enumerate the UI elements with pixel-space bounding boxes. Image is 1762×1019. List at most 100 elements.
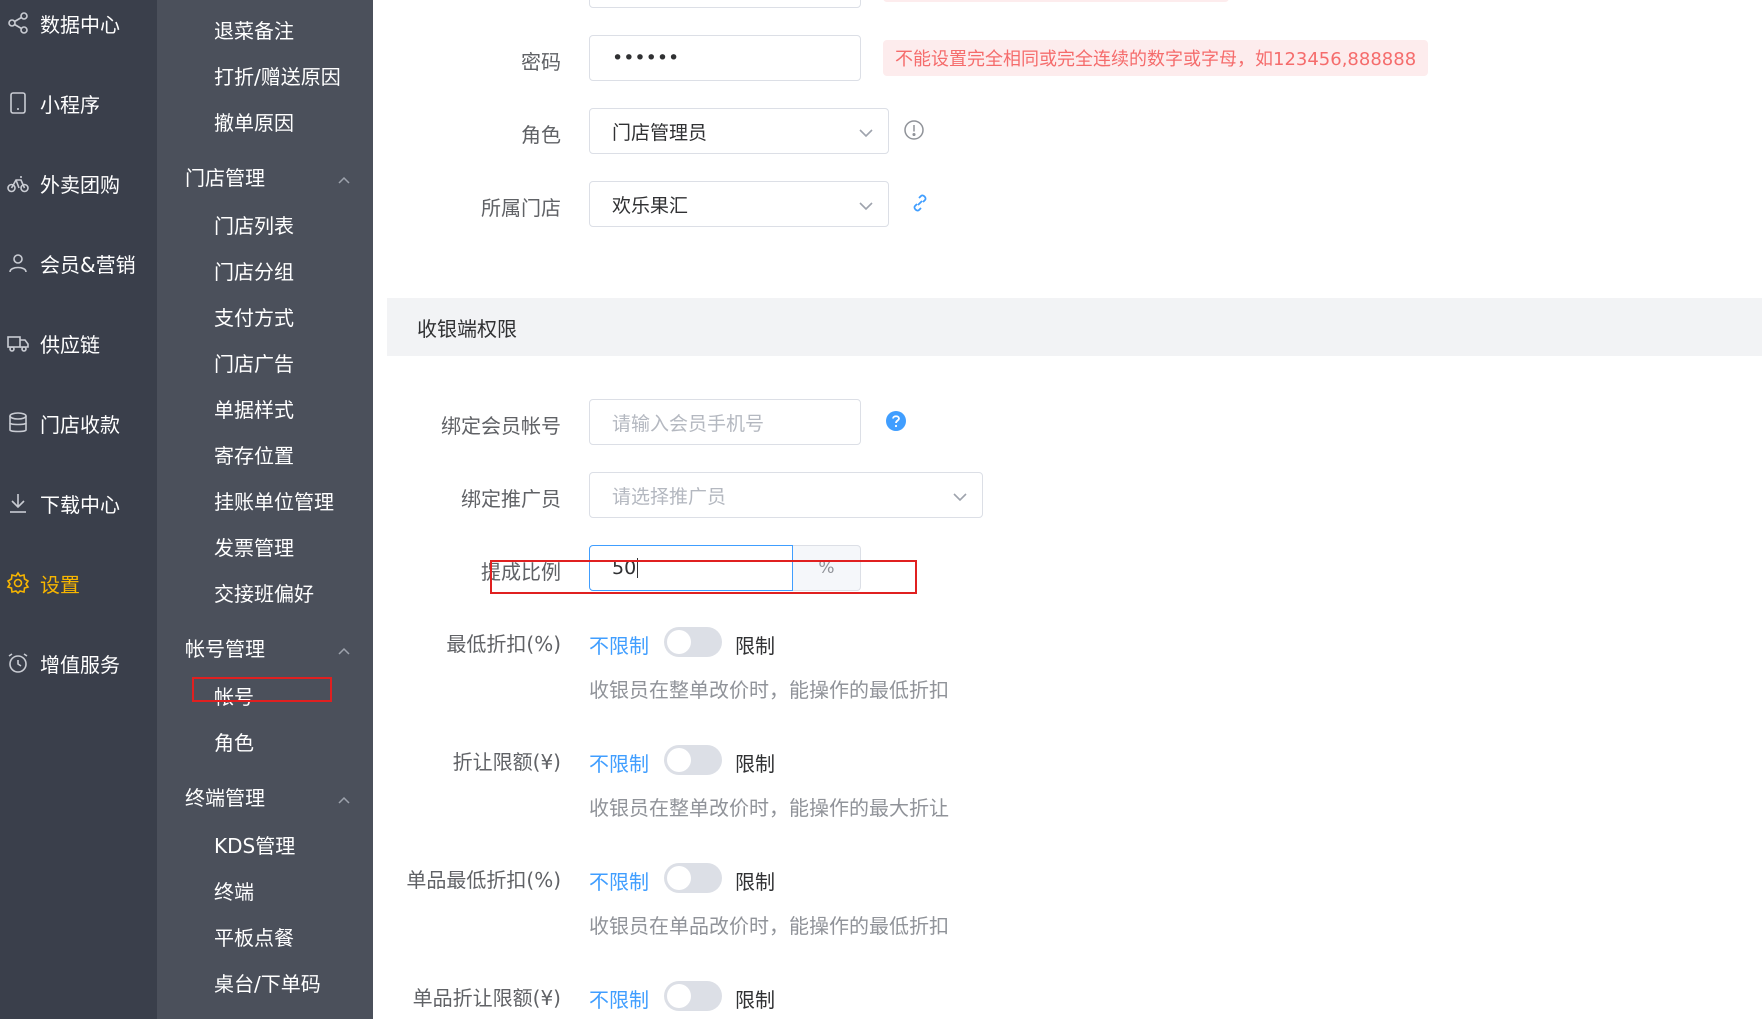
user-icon xyxy=(4,249,32,277)
submenu-item[interactable]: 寄存位置 xyxy=(214,436,294,472)
role-select-value: 门店管理员 xyxy=(612,121,708,144)
submenu-group-label: 终端管理 xyxy=(185,785,265,810)
nav-item-download-center[interactable]: 下载中心 xyxy=(0,483,157,523)
database-icon xyxy=(4,409,32,437)
submenu-group-store-management[interactable]: 门店管理 xyxy=(157,157,373,195)
min-discount-hint: 收银员在整单改价时，能操作的最低折扣 xyxy=(589,678,949,702)
nav-item-label: 门店收款 xyxy=(40,412,120,437)
username-error-partial xyxy=(883,0,1229,2)
discount-limit-label: 折让限额(¥) xyxy=(452,750,561,774)
item-min-discount-toggle[interactable] xyxy=(664,863,722,893)
submenu-item[interactable]: 退菜备注 xyxy=(214,11,294,47)
submenu-item-role[interactable]: 角色 xyxy=(214,723,254,759)
discount-limit-unlimited-option[interactable]: 不限制 xyxy=(589,748,649,777)
item-min-discount-hint: 收银员在单品改价时，能操作的最低折扣 xyxy=(589,914,949,938)
item-discount-limit-limited-option[interactable]: 限制 xyxy=(735,984,775,1013)
nav-item-label: 会员&营销 xyxy=(40,252,136,277)
item-min-discount-unlimited-option[interactable]: 不限制 xyxy=(589,866,649,895)
discount-limit-limited-option[interactable]: 限制 xyxy=(735,748,775,777)
item-discount-limit-label: 单品折让限额(¥) xyxy=(412,986,561,1010)
item-discount-limit-unlimited-option[interactable]: 不限制 xyxy=(589,984,649,1013)
discount-limit-toggle[interactable] xyxy=(664,745,722,775)
nav-item-value-added[interactable]: 增值服务 xyxy=(0,643,157,683)
submenu-item[interactable]: 挂账单位管理 xyxy=(214,482,334,518)
download-icon xyxy=(4,489,32,517)
item-discount-limit-toggle[interactable] xyxy=(664,981,722,1011)
submenu-item[interactable]: 终端 xyxy=(214,872,254,908)
submenu-item[interactable]: 打折/赠送原因 xyxy=(214,57,341,93)
min-discount-limited-option[interactable]: 限制 xyxy=(735,630,775,659)
nav-item-label: 设置 xyxy=(40,572,80,597)
info-circle-icon[interactable] xyxy=(903,119,925,141)
gear-icon xyxy=(4,569,32,597)
toggle-knob xyxy=(667,748,691,772)
bind-member-label: 绑定会员帐号 xyxy=(441,414,561,438)
chevron-up-icon xyxy=(337,789,351,804)
primary-sidebar: 数据中心 小程序 外卖团购 会员&营销 供应链 门店收款 下载中心 设置 增值服… xyxy=(0,0,157,1019)
submenu-item[interactable]: 门店广告 xyxy=(214,344,294,380)
password-label: 密码 xyxy=(521,50,561,74)
link-icon[interactable] xyxy=(909,192,931,214)
chevron-down-icon xyxy=(858,197,874,213)
submenu-item[interactable]: 门店分组 xyxy=(214,252,294,288)
min-discount-label: 最低折扣(%) xyxy=(446,632,561,656)
nav-item-label: 外卖团购 xyxy=(40,172,120,197)
submenu-item[interactable]: 撤单原因 xyxy=(214,103,294,139)
submenu-group-label: 帐号管理 xyxy=(185,636,265,661)
nav-item-label: 小程序 xyxy=(40,92,100,117)
password-error-message: 不能设置完全相同或完全连续的数字或字母，如123456,888888 xyxy=(883,40,1429,76)
bind-member-input[interactable]: 请输入会员手机号 xyxy=(589,399,861,445)
chevron-down-icon xyxy=(952,488,968,504)
password-input[interactable]: •••••• xyxy=(589,35,861,81)
bicycle-icon xyxy=(4,169,32,197)
submenu-item[interactable]: 单据样式 xyxy=(214,390,294,426)
item-min-discount-limited-option[interactable]: 限制 xyxy=(735,866,775,895)
share-icon xyxy=(4,9,32,37)
nav-item-data-center[interactable]: 数据中心 xyxy=(0,3,157,43)
submenu-item[interactable]: 交接班偏好 xyxy=(214,574,314,610)
bind-promoter-label: 绑定推广员 xyxy=(461,487,561,511)
submenu-group-terminal-management[interactable]: 终端管理 xyxy=(157,777,373,815)
bind-promoter-placeholder: 请选择推广员 xyxy=(612,485,727,508)
nav-item-label: 增值服务 xyxy=(40,652,120,677)
min-discount-unlimited-option[interactable]: 不限制 xyxy=(589,630,649,659)
submenu-item[interactable]: 平板点餐 xyxy=(214,918,294,954)
discount-limit-hint: 收银员在整单改价时，能操作的最大折让 xyxy=(589,796,949,820)
username-input-partial[interactable] xyxy=(589,0,861,8)
role-label: 角色 xyxy=(521,123,561,147)
secondary-sidebar: 退菜备注 打折/赠送原因 撤单原因 门店管理 门店列表 门店分组 支付方式 门店… xyxy=(157,0,373,1019)
tablet-icon xyxy=(4,89,32,117)
submenu-item[interactable]: 门店列表 xyxy=(214,206,294,242)
nav-item-store-payment[interactable]: 门店收款 xyxy=(0,403,157,443)
nav-item-label: 供应链 xyxy=(40,332,100,357)
chevron-down-icon xyxy=(858,124,874,140)
toggle-knob xyxy=(667,630,691,654)
nav-item-takeout[interactable]: 外卖团购 xyxy=(0,163,157,203)
question-circle-icon[interactable] xyxy=(885,410,907,432)
store-select-value: 欢乐果汇 xyxy=(612,194,689,217)
nav-item-supply-chain[interactable]: 供应链 xyxy=(0,323,157,363)
submenu-item[interactable]: 桌台/下单码 xyxy=(214,964,321,1000)
store-select[interactable]: 欢乐果汇 xyxy=(589,181,889,227)
submenu-item[interactable]: 发票管理 xyxy=(214,528,294,564)
submenu-item[interactable]: KDS管理 xyxy=(214,826,295,862)
toggle-knob xyxy=(667,866,691,890)
nav-item-label: 下载中心 xyxy=(40,492,120,517)
item-min-discount-label: 单品最低折扣(%) xyxy=(406,868,561,892)
alarm-clock-icon xyxy=(4,649,32,677)
submenu-item[interactable]: 支付方式 xyxy=(214,298,294,334)
submenu-group-account-management[interactable]: 帐号管理 xyxy=(157,628,373,666)
nav-item-mini-program[interactable]: 小程序 xyxy=(0,83,157,123)
bind-promoter-select[interactable]: 请选择推广员 xyxy=(589,472,983,518)
truck-icon xyxy=(4,329,32,357)
main-content: 密码 •••••• 不能设置完全相同或完全连续的数字或字母，如123456,88… xyxy=(373,0,1762,1019)
highlight-box-commission xyxy=(490,560,917,594)
nav-item-label: 数据中心 xyxy=(40,12,120,37)
min-discount-toggle[interactable] xyxy=(664,627,722,657)
nav-item-settings[interactable]: 设置 xyxy=(0,563,157,603)
highlight-box-account xyxy=(192,677,332,702)
nav-item-member-marketing[interactable]: 会员&营销 xyxy=(0,243,157,283)
submenu-group-label: 门店管理 xyxy=(185,165,265,190)
role-select[interactable]: 门店管理员 xyxy=(589,108,889,154)
store-label: 所属门店 xyxy=(481,196,561,220)
